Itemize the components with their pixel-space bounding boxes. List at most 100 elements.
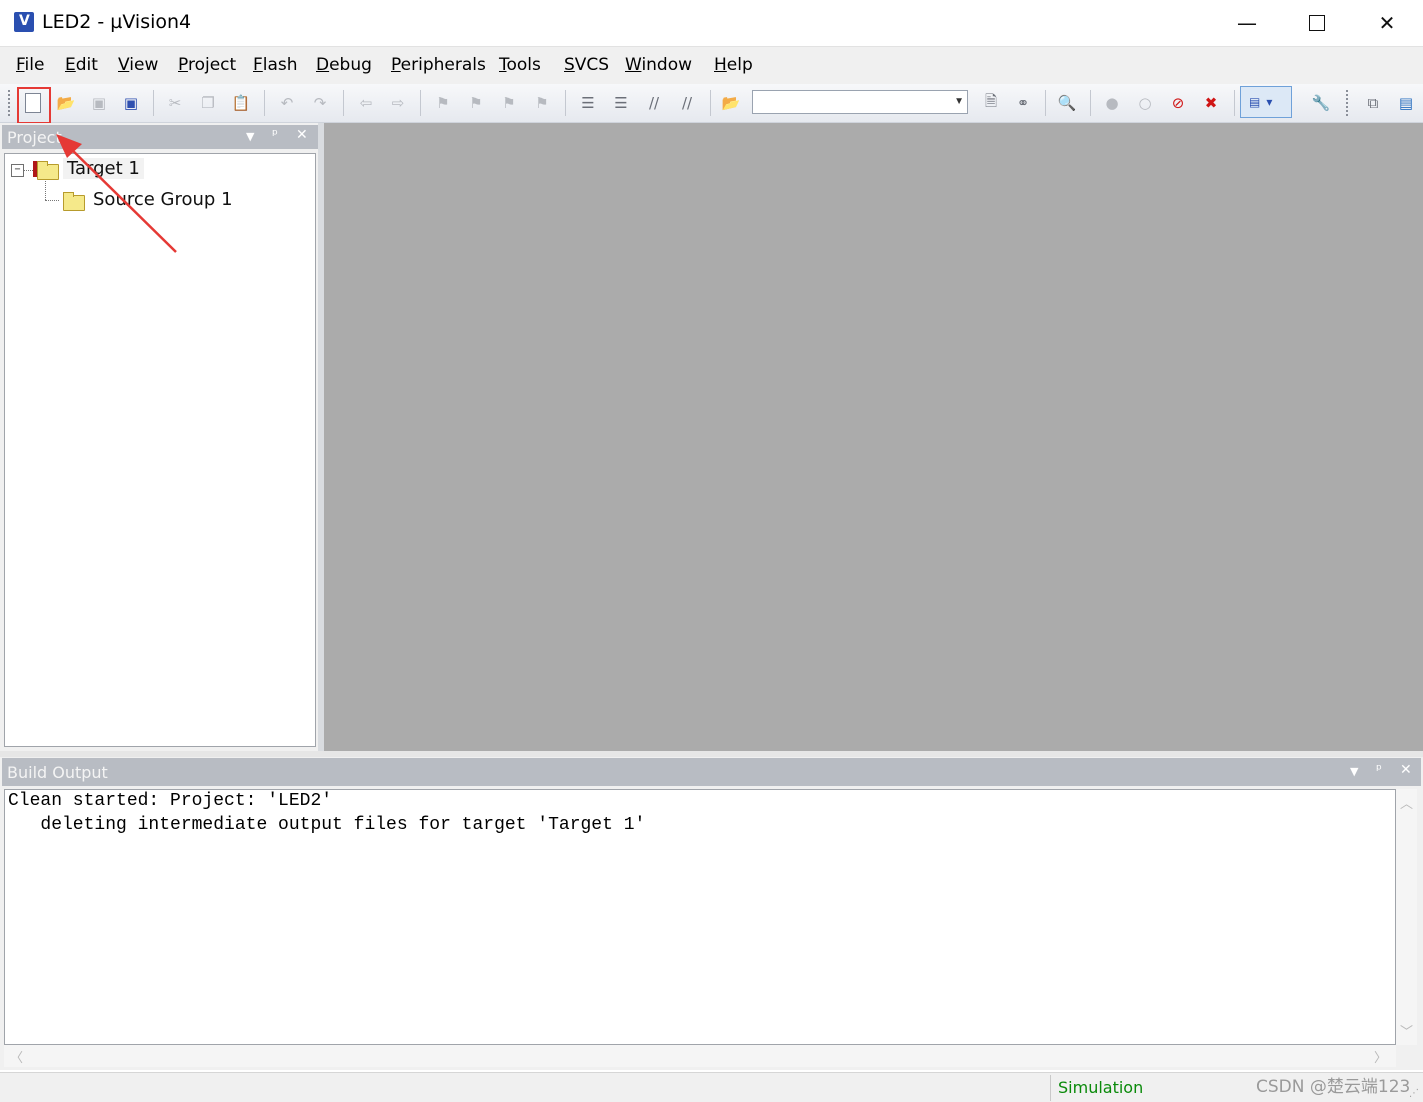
navigate-forward-button[interactable]: ⇨ — [386, 91, 410, 115]
menu-bar: File Edit View Project Flash Debug Perip… — [0, 46, 1423, 85]
menu-window[interactable]: Window — [625, 55, 692, 75]
build-output-text[interactable]: Clean started: Project: 'LED2' deleting … — [4, 789, 1396, 1045]
redo-icon: ↷ — [313, 94, 327, 112]
tree-connector — [24, 170, 33, 171]
maximize-button[interactable] — [1282, 0, 1352, 46]
options-button[interactable]: ▤ — [1394, 91, 1418, 115]
output-line: deleting intermediate output files for t… — [8, 815, 646, 835]
unindent-icon: ☰ — [614, 94, 628, 112]
build-output-title: Build Output — [7, 763, 108, 782]
status-bar: Simulation ⋰ — [0, 1072, 1423, 1102]
menu-help[interactable]: Help — [714, 55, 753, 75]
toolbar-grip[interactable] — [1346, 90, 1348, 116]
resize-grip-icon[interactable]: ⋰ — [1409, 1088, 1419, 1099]
menu-svcs[interactable]: SVCS — [564, 55, 609, 75]
redo-button[interactable]: ↷ — [308, 91, 332, 115]
insert-breakpoint-button[interactable]: ● — [1100, 91, 1124, 115]
target-select[interactable]: ▼ — [752, 90, 968, 114]
components-icon: ⧉ — [1367, 94, 1379, 112]
save-button[interactable]: ▣ — [87, 91, 111, 115]
editor-area — [324, 123, 1423, 751]
arrow-right-icon: ⇨ — [391, 94, 405, 112]
scroll-left-icon[interactable]: 〈 — [10, 1047, 23, 1066]
bookmark-flag-icon: ⚑ — [436, 94, 450, 112]
project-panel-header: Project ▼ ᵖ ✕ — [2, 125, 318, 149]
disable-all-breakpoints-button[interactable]: ⊘ — [1166, 91, 1190, 115]
debug-session-button[interactable]: 🔍 — [1055, 91, 1079, 115]
save-all-icon: ▣ — [123, 94, 139, 112]
prev-bookmark-button[interactable]: ⚑ — [464, 91, 488, 115]
pin-icon[interactable]: ᵖ — [272, 127, 278, 143]
menu-project[interactable]: Project — [178, 55, 236, 75]
tree-connector — [45, 200, 59, 201]
next-bookmark-button[interactable]: ⚑ — [497, 91, 521, 115]
panel-close-icon[interactable]: ✕ — [296, 127, 308, 143]
uncomment-button[interactable]: // — [675, 91, 699, 115]
toolbar-separator — [1234, 90, 1235, 116]
undo-button[interactable]: ↶ — [275, 91, 299, 115]
status-divider — [1050, 1075, 1051, 1101]
arrow-left-icon: ⇦ — [359, 94, 373, 112]
menu-view[interactable]: View — [118, 55, 158, 75]
toolbar-separator — [420, 90, 421, 116]
save-all-button[interactable]: ▣ — [119, 91, 143, 115]
find-in-files-icon: 📂 — [721, 94, 741, 112]
toolbar: 📂 ▣ ▣ ✂ ❐ 📋 ↶ ↷ ⇦ ⇨ ⚑ ⚑ ⚑ ⚑ ☰ ☰ // // 📂 … — [0, 84, 1423, 123]
pin-icon[interactable]: ᵖ — [1376, 762, 1382, 778]
tree-item-source-group[interactable]: Source Group 1 — [93, 189, 233, 210]
bookmark-next-icon: ⚑ — [502, 94, 516, 112]
project-tree: − Target 1 Source Group 1 — [4, 153, 316, 747]
comment-button[interactable]: // — [642, 91, 666, 115]
minimize-icon: — — [1237, 11, 1257, 35]
toolbar-separator — [1045, 90, 1046, 116]
toolbar-separator — [565, 90, 566, 116]
toolbar-separator — [1090, 90, 1091, 116]
configure-button[interactable]: 🔧 — [1309, 91, 1333, 115]
breakpoint-icon: ● — [1105, 94, 1119, 112]
toolbar-grip[interactable] — [8, 90, 10, 116]
menu-tools[interactable]: Tools — [499, 55, 541, 75]
find-in-files-button[interactable]: 📂 — [719, 91, 743, 115]
unindent-button[interactable]: ☰ — [609, 91, 633, 115]
copy-button[interactable]: ❐ — [196, 91, 220, 115]
window-layout-icon: ▤ — [1249, 95, 1261, 109]
chevron-down-icon: ▾ — [1266, 95, 1273, 109]
collapse-icon[interactable]: − — [11, 164, 24, 177]
scroll-right-icon[interactable]: 〉 — [1374, 1047, 1387, 1066]
enable-breakpoint-button[interactable]: ○ — [1133, 91, 1157, 115]
vertical-scrollbar[interactable]: ︿ ﹀ — [1396, 789, 1417, 1045]
menu-debug[interactable]: Debug — [316, 55, 372, 75]
manage-components-button[interactable]: ⧉ — [1361, 91, 1385, 115]
panel-dropdown-icon[interactable]: ▼ — [246, 130, 254, 143]
toolbar-separator — [264, 90, 265, 116]
scroll-down-icon[interactable]: ﹀ — [1400, 1021, 1413, 1040]
build-output-header: Build Output ▼ ᵖ ✕ — [2, 758, 1421, 786]
close-button[interactable]: ✕ — [1352, 0, 1422, 46]
find-button[interactable]: 🗎 — [979, 91, 1003, 115]
paste-button[interactable]: 📋 — [229, 91, 253, 115]
window-layout-button[interactable]: ▤ ▾ — [1240, 86, 1292, 118]
scroll-up-icon[interactable]: ︿ — [1400, 793, 1413, 812]
panel-close-icon[interactable]: ✕ — [1400, 762, 1412, 778]
incremental-find-button[interactable]: ⚭ — [1011, 91, 1035, 115]
toolbar-separator — [153, 90, 154, 116]
kill-all-breakpoints-button[interactable]: ✖ — [1199, 91, 1223, 115]
indent-button[interactable]: ☰ — [576, 91, 600, 115]
menu-peripherals[interactable]: Peripherals — [391, 55, 486, 75]
menu-flash[interactable]: Flash — [253, 55, 298, 75]
chevron-down-icon: ▼ — [954, 96, 964, 107]
minimize-button[interactable]: — — [1212, 0, 1282, 46]
panel-dropdown-icon[interactable]: ▼ — [1350, 765, 1358, 778]
cut-button[interactable]: ✂ — [163, 91, 187, 115]
horizontal-scrollbar[interactable]: 〈 〉 — [4, 1045, 1396, 1067]
status-simulation: Simulation — [1058, 1078, 1144, 1097]
clear-bookmarks-button[interactable]: ⚑ — [530, 91, 554, 115]
annotation-highlight-box — [17, 87, 51, 124]
tree-item-target[interactable]: Target 1 — [63, 158, 144, 179]
breakpoints-disable-icon: ⊘ — [1171, 94, 1185, 112]
navigate-back-button[interactable]: ⇦ — [354, 91, 378, 115]
menu-edit[interactable]: Edit — [65, 55, 98, 75]
open-file-button[interactable]: 📂 — [54, 91, 78, 115]
menu-file[interactable]: File — [16, 55, 44, 75]
insert-bookmark-button[interactable]: ⚑ — [431, 91, 455, 115]
